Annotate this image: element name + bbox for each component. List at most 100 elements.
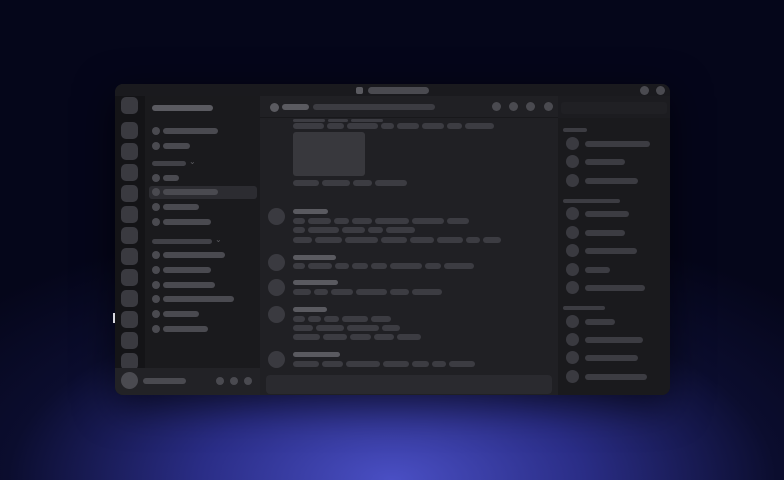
search-input[interactable] xyxy=(561,102,667,114)
member-list xyxy=(558,118,670,395)
channel-label-placeholder xyxy=(163,219,211,225)
message-line-placeholder xyxy=(322,180,350,186)
avatar[interactable] xyxy=(121,372,138,389)
channel-label-placeholder xyxy=(163,252,225,258)
avatar[interactable] xyxy=(268,254,285,271)
member-name-placeholder xyxy=(585,230,625,236)
server-icon[interactable] xyxy=(121,248,138,265)
app-icon xyxy=(356,87,363,94)
title-bar xyxy=(115,84,670,96)
avatar xyxy=(566,351,579,364)
member-item[interactable] xyxy=(566,155,666,169)
channel-item[interactable] xyxy=(149,323,257,336)
channel-icon xyxy=(152,325,160,333)
image-attachment[interactable] xyxy=(293,132,365,176)
message-line-placeholder xyxy=(342,227,365,233)
channel-item-active[interactable] xyxy=(149,186,257,199)
server-icon[interactable] xyxy=(121,269,138,286)
member-item[interactable] xyxy=(566,226,666,240)
message-author-placeholder[interactable] xyxy=(293,307,327,312)
avatar[interactable] xyxy=(268,208,285,225)
channel-item[interactable] xyxy=(149,172,257,185)
channel-item[interactable] xyxy=(149,279,257,292)
message-line-placeholder xyxy=(383,361,409,367)
member-item[interactable] xyxy=(566,333,666,347)
channel-item[interactable] xyxy=(149,249,257,262)
message-line-placeholder xyxy=(368,227,383,233)
message-line-placeholder xyxy=(328,119,348,122)
member-item[interactable] xyxy=(566,370,666,384)
server-icon[interactable] xyxy=(121,185,138,202)
server-icon[interactable] xyxy=(121,227,138,244)
member-item[interactable] xyxy=(566,207,666,221)
message-input[interactable] xyxy=(266,375,552,394)
message-author-placeholder[interactable] xyxy=(293,352,340,357)
mic-icon[interactable] xyxy=(216,377,224,385)
home-icon[interactable] xyxy=(121,97,138,114)
bell-icon[interactable] xyxy=(509,102,518,111)
category-label-placeholder xyxy=(152,161,186,166)
server-icon[interactable] xyxy=(121,164,138,181)
avatar[interactable] xyxy=(268,351,285,368)
chevron-down-icon: ⌄ xyxy=(189,157,196,166)
message-line-placeholder xyxy=(356,289,387,295)
message-author-placeholder[interactable] xyxy=(293,209,328,214)
message-line-placeholder xyxy=(382,325,400,331)
headphones-icon[interactable] xyxy=(230,377,238,385)
channel-icon xyxy=(152,127,160,135)
member-group-header-placeholder xyxy=(563,306,605,310)
channel-item[interactable] xyxy=(149,125,257,138)
member-item[interactable] xyxy=(566,244,666,258)
server-icon[interactable] xyxy=(121,332,138,349)
members-icon[interactable] xyxy=(544,102,553,111)
message-line-placeholder xyxy=(351,119,383,122)
channel-icon xyxy=(152,142,160,150)
minimize-icon[interactable] xyxy=(640,86,649,95)
message-line-placeholder xyxy=(308,316,321,322)
message-line-placeholder xyxy=(293,180,319,186)
message-line-placeholder xyxy=(397,123,419,129)
avatar xyxy=(566,333,579,346)
server-icon[interactable] xyxy=(121,143,138,160)
server-icon[interactable] xyxy=(121,290,138,307)
channel-icon xyxy=(152,281,160,289)
member-item[interactable] xyxy=(566,174,666,188)
pin-icon[interactable] xyxy=(526,102,535,111)
channel-item[interactable] xyxy=(149,216,257,229)
channel-item[interactable] xyxy=(149,264,257,277)
avatar[interactable] xyxy=(268,279,285,296)
channel-icon xyxy=(152,251,160,259)
message-line-placeholder xyxy=(316,325,344,331)
channel-label-placeholder xyxy=(163,267,211,273)
server-icon[interactable] xyxy=(121,206,138,223)
channel-item[interactable] xyxy=(149,293,257,306)
message-line-placeholder xyxy=(331,289,353,295)
member-item[interactable] xyxy=(566,137,666,151)
message-line-placeholder xyxy=(327,123,344,129)
avatar[interactable] xyxy=(268,306,285,323)
member-item[interactable] xyxy=(566,315,666,329)
message-line-placeholder xyxy=(390,263,422,269)
message-line-placeholder xyxy=(412,361,429,367)
username-placeholder xyxy=(143,378,186,384)
channel-icon xyxy=(152,203,160,211)
channel-item[interactable] xyxy=(149,308,257,321)
message-line-placeholder xyxy=(375,180,407,186)
member-item[interactable] xyxy=(566,263,666,277)
settings-icon[interactable] xyxy=(244,377,252,385)
member-name-placeholder xyxy=(585,178,638,184)
message-line-placeholder xyxy=(293,361,319,367)
member-item[interactable] xyxy=(566,281,666,295)
server-name-placeholder[interactable] xyxy=(152,105,213,111)
channel-item[interactable] xyxy=(149,140,257,153)
message-line-placeholder xyxy=(347,325,379,331)
threads-icon[interactable] xyxy=(492,102,501,111)
server-icon[interactable] xyxy=(121,311,138,328)
close-icon[interactable] xyxy=(656,86,665,95)
member-item[interactable] xyxy=(566,351,666,365)
channel-item[interactable] xyxy=(149,201,257,214)
member-name-placeholder xyxy=(585,211,629,217)
server-icon[interactable] xyxy=(121,122,138,139)
message-author-placeholder[interactable] xyxy=(293,255,336,260)
message-author-placeholder[interactable] xyxy=(293,280,338,285)
